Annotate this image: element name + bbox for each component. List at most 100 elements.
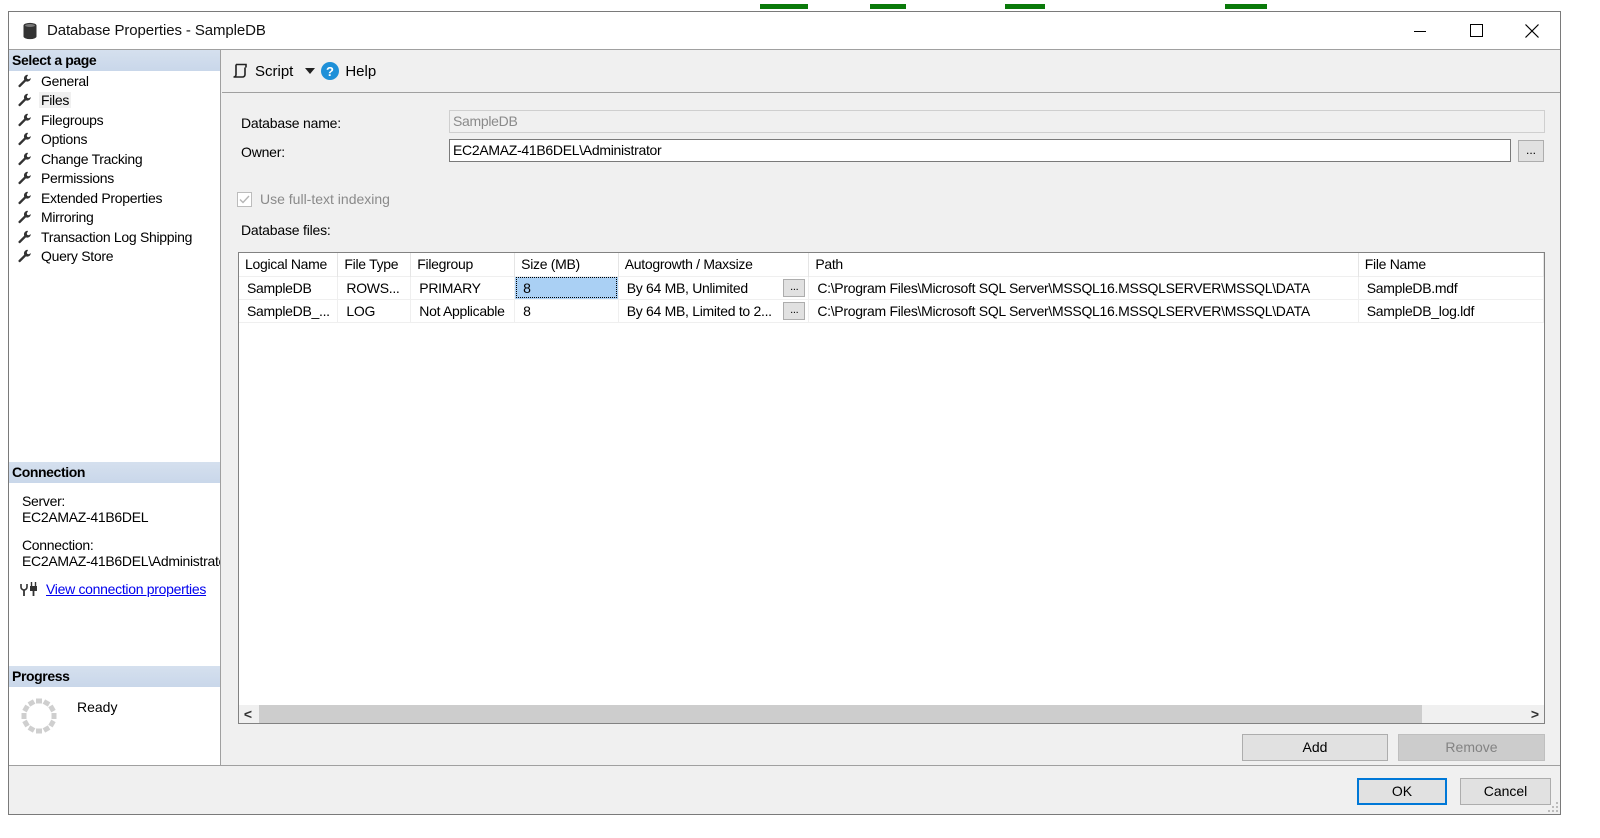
window-title: Database Properties - SampleDB [47,22,266,39]
close-button[interactable] [1504,12,1560,49]
cell-filegroup[interactable]: PRIMARY [410,275,516,300]
scrollbar-thumb[interactable] [259,705,1422,723]
cell-size-mb[interactable]: 8 [514,275,619,300]
cell-file-type[interactable]: ROWS... [337,275,412,300]
page-item-general[interactable]: General [9,71,220,91]
spinner-segment [21,713,27,719]
cell-autogrowth[interactable]: By 64 MB, Unlimited... [618,275,810,300]
script-icon [233,63,247,78]
page-item-label: Options [41,131,88,148]
cell-filegroup[interactable]: Not Applicable [410,298,516,323]
spinner-segment [51,713,57,719]
column-header-path[interactable]: Path [808,253,1359,276]
page-item-label: General [41,72,89,89]
wrench-icon [18,94,31,107]
svg-text:?: ? [326,64,334,79]
page-item-query-store[interactable]: Query Store [9,247,220,267]
background-window-fragment [0,0,1600,11]
cell-path[interactable]: C:\Program Files\Microsoft SQL Server\MS… [808,275,1359,300]
wrench-icon [18,191,31,204]
maximize-button[interactable] [1448,12,1504,49]
wrench-icon [18,172,31,185]
file-row[interactable]: SampleDB_... LOG Not Applicable 8 By 64 MB, … [239,298,1544,323]
page-list: General Files Filegroups Options Change Trac… [9,71,220,266]
autogrowth-value: By 64 MB, Unlimited [626,279,748,296]
cell-logical-name[interactable]: SampleDB [239,275,339,300]
scroll-right-button[interactable]: > [1526,706,1544,722]
progress-status: Ready [77,699,118,715]
spinner-segment [27,699,36,707]
cell-file-name[interactable]: SampleDB.mdf [1358,275,1544,300]
wrench-icon [18,211,31,224]
database-files-grid: Logical Name File Type Filegroup Size (MB) A… [238,252,1545,724]
page-item-transaction-log-shipping[interactable]: Transaction Log Shipping [9,227,220,247]
fulltext-indexing-option: Use full-text indexing [237,191,390,207]
page-item-label: Files [39,92,72,109]
page-item-label: Change Tracking [41,150,143,167]
left-pane: Select a page General Files Filegroups Opti… [9,50,221,765]
horizontal-scrollbar[interactable]: < > [239,705,1544,723]
owner-field[interactable]: EC2AMAZ-41B6DEL\Administrator [449,139,1511,162]
column-header-autogrowth-maxsize[interactable]: Autogrowth / Maxsize [618,253,810,276]
add-button[interactable]: Add [1242,734,1388,761]
script-button[interactable]: Script [232,63,293,80]
scrollbar-track[interactable] [257,705,1526,723]
column-header-file-type[interactable]: File Type [337,253,412,276]
column-header-size-mb[interactable]: Size (MB) [514,253,619,276]
wrench-icon [18,133,31,146]
page-item-permissions[interactable]: Permissions [9,169,220,189]
remove-button[interactable]: Remove [1398,734,1545,761]
database-name-field: SampleDB [449,110,1545,133]
cell-logical-name[interactable]: SampleDB_... [239,298,339,323]
autogrowth-value: By 64 MB, Limited to 2... [626,302,772,319]
cell-size-mb[interactable]: 8 [514,298,619,323]
column-header-file-name[interactable]: File Name [1358,253,1544,276]
view-connection-properties-link[interactable]: View connection properties [46,581,206,597]
spinner-segment [48,719,56,728]
autogrowth-edit-button[interactable]: ... [783,278,806,297]
column-header-logical-name[interactable]: Logical Name [239,253,339,276]
minimize-button[interactable] [1392,12,1448,49]
toolbar: Script ? Help [222,50,1560,93]
spinner-segment [36,728,42,734]
plug-icon [20,582,37,596]
spinner-segment [42,725,51,733]
page-item-mirroring[interactable]: Mirroring [9,208,220,228]
cell-autogrowth[interactable]: By 64 MB, Limited to 2...... [618,298,810,323]
ok-button[interactable]: OK [1357,778,1447,805]
owner-browse-button[interactable]: ... [1518,140,1544,162]
cell-file-name[interactable]: SampleDB_log.ldf [1358,298,1544,323]
files-page-content: Database name: SampleDB Owner: EC2AMAZ-4… [222,94,1560,765]
script-label: Script [255,62,294,80]
spinner-segment [36,698,42,704]
page-item-label: Transaction Log Shipping [41,228,193,245]
cell-path[interactable]: C:\Program Files\Microsoft SQL Server\MS… [808,298,1359,323]
page-item-label: Query Store [41,248,114,265]
column-header-filegroup[interactable]: Filegroup [410,253,516,276]
help-label: Help [345,62,377,80]
page-item-files[interactable]: Files [9,91,220,111]
scroll-left-button[interactable]: < [239,706,257,722]
server-value: EC2AMAZ-41B6DEL [22,509,149,525]
database-properties-dialog: Database Properties - SampleDB Select a … [8,11,1561,815]
maximize-icon [1469,24,1483,37]
page-item-filegroups[interactable]: Filegroups [9,110,220,130]
help-button[interactable]: ? Help [321,62,376,80]
page-item-change-tracking[interactable]: Change Tracking [9,149,220,169]
resize-grip-icon[interactable] [1548,802,1558,812]
autogrowth-edit-button[interactable]: ... [783,301,806,320]
file-row[interactable]: SampleDB ROWS... PRIMARY 8 By 64 MB, Unlimit… [239,275,1544,300]
connection-section: Connection Server: EC2AMAZ-41B6DEL Conne… [9,462,220,597]
page-item-options[interactable]: Options [9,130,220,150]
fulltext-indexing-checkbox[interactable] [237,191,252,207]
script-dropdown-icon[interactable] [305,68,316,74]
title-bar: Database Properties - SampleDB [9,12,1560,49]
cancel-button[interactable]: Cancel [1460,778,1551,805]
wrench-icon [18,152,31,165]
database-name-label: Database name: [241,115,341,131]
database-icon [23,22,37,39]
cell-file-type[interactable]: LOG [337,298,412,323]
wrench-icon [18,230,31,243]
page-item-extended-properties[interactable]: Extended Properties [9,188,220,208]
wrench-icon [18,113,31,126]
